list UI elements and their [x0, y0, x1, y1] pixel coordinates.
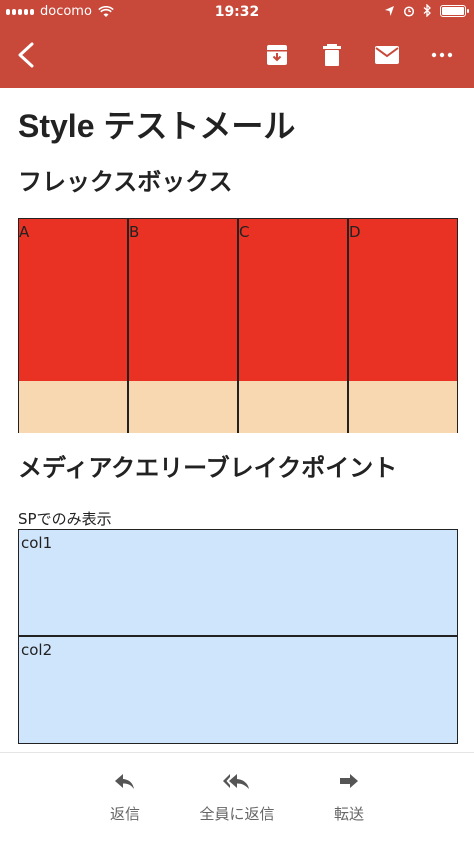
archive-icon[interactable]	[263, 41, 291, 69]
top-bar: docomo 19:32	[0, 0, 474, 88]
back-arrow-icon[interactable]	[12, 38, 42, 72]
reply-all-button[interactable]: 全員に返信	[182, 771, 292, 824]
column-cell: col1	[19, 530, 457, 637]
forward-button[interactable]: 転送	[294, 771, 404, 824]
flex-cell: B	[127, 219, 237, 433]
email-body: Style テストメール フレックスボックス A B C D メディアクエリーブ…	[18, 88, 458, 744]
flexbox-demo: A B C D	[18, 218, 458, 433]
flex-cell-footer	[239, 381, 347, 433]
action-bar: 返信 全員に返信 転送	[0, 752, 474, 842]
reply-all-icon	[223, 774, 249, 789]
toolbar	[0, 24, 474, 88]
flex-cell: C	[237, 219, 347, 433]
sp-only-label: SPでのみ表示	[18, 510, 112, 528]
reply-icon	[115, 774, 134, 789]
reply-button[interactable]: 返信	[70, 771, 180, 824]
email-title: Style テストメール	[18, 108, 296, 144]
flex-cell-label: D	[349, 219, 457, 381]
status-right	[384, 4, 469, 17]
bluetooth-icon	[423, 4, 431, 17]
flex-cell-label: B	[129, 219, 237, 381]
flex-cell-footer	[19, 381, 127, 433]
mail-icon[interactable]	[373, 41, 401, 69]
reply-label: 返信	[109, 805, 140, 823]
flex-cell-label: A	[19, 219, 127, 381]
flex-cell-label: C	[239, 219, 347, 381]
more-icon[interactable]	[428, 41, 456, 69]
flex-cell-footer	[349, 381, 457, 433]
flex-cell: D	[347, 219, 457, 433]
alarm-icon	[403, 5, 415, 17]
forward-icon	[340, 774, 358, 788]
flex-cell: A	[19, 219, 127, 433]
section-heading-media-query: メディアクエリーブレイクポイント	[18, 454, 398, 482]
column-cell: col2	[21, 641, 53, 659]
flex-cell-footer	[129, 381, 237, 433]
forward-label: 転送	[333, 805, 364, 823]
section-heading-flexbox: フレックスボックス	[18, 168, 233, 196]
column-demo: col1 col2	[18, 529, 458, 744]
battery-icon	[440, 4, 469, 17]
reply-all-label: 全員に返信	[199, 805, 275, 823]
trash-icon[interactable]	[318, 41, 346, 69]
location-icon	[385, 5, 394, 16]
status-bar: docomo 19:32	[0, 0, 474, 24]
